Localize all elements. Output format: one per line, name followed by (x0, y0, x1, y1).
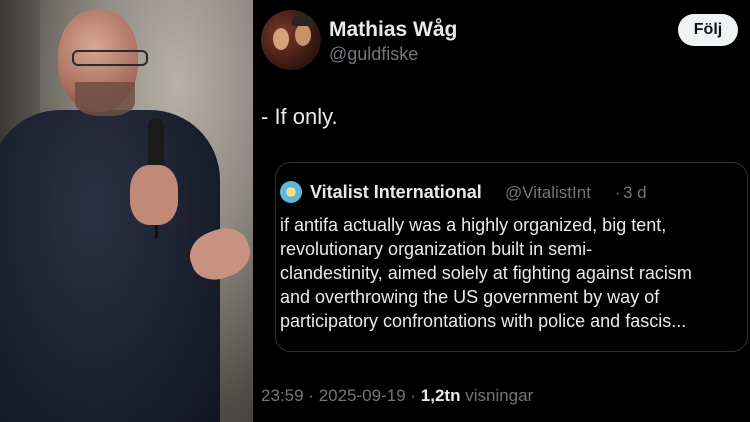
meta-separator: · (308, 386, 314, 405)
quoted-separator: · (615, 183, 621, 202)
avatar-face-1 (273, 28, 289, 50)
photo-beard (75, 82, 135, 116)
tweet-time[interactable]: 23:59 (261, 386, 304, 405)
photo-body (0, 110, 220, 422)
photo-glasses (72, 50, 148, 66)
quoted-timestamp: 3 d (623, 183, 647, 202)
speaker-photo (0, 0, 253, 422)
quoted-author-name: Vitalist International (310, 182, 482, 202)
views-count: 1,2tn (420, 386, 461, 405)
quoted-tweet[interactable]: Vitalist International @VitalistInt · 3 … (275, 162, 748, 352)
avatar-face-2 (295, 24, 311, 46)
quoted-text-line: revolutionary organization built in semi… (280, 239, 593, 259)
quoted-text-line: participatory confrontations with police… (280, 311, 687, 331)
photo-hand (130, 165, 178, 225)
tweet-date[interactable]: 2025-09-19 (319, 386, 406, 405)
author-handle[interactable]: @guldfiske (329, 44, 418, 65)
views-label: visningar (465, 386, 534, 405)
tweet-card: Mathias Wåg @guldfiske Följ - If only. V… (253, 0, 750, 422)
quoted-text-line: if antifa actually was a highly organize… (280, 215, 667, 235)
author-name[interactable]: Mathias Wåg (329, 18, 457, 42)
tweet-text: - If only. (261, 104, 338, 129)
tweet-meta: 23:59 · 2025-09-19 · 1,2tn visningar (261, 386, 533, 406)
quoted-text: if antifa actually was a highly organize… (280, 213, 746, 333)
avatar-hat (292, 16, 314, 26)
quoted-author-handle: @VitalistInt (505, 183, 591, 202)
author-avatar[interactable] (261, 10, 321, 70)
quoted-avatar[interactable] (280, 181, 302, 203)
quoted-text-line: and overthrowing the US government by wa… (280, 287, 660, 307)
follow-button[interactable]: Följ (678, 14, 738, 46)
quoted-text-line: clandestinity, aimed solely at fighting … (280, 263, 692, 283)
meta-separator: · (410, 386, 417, 405)
